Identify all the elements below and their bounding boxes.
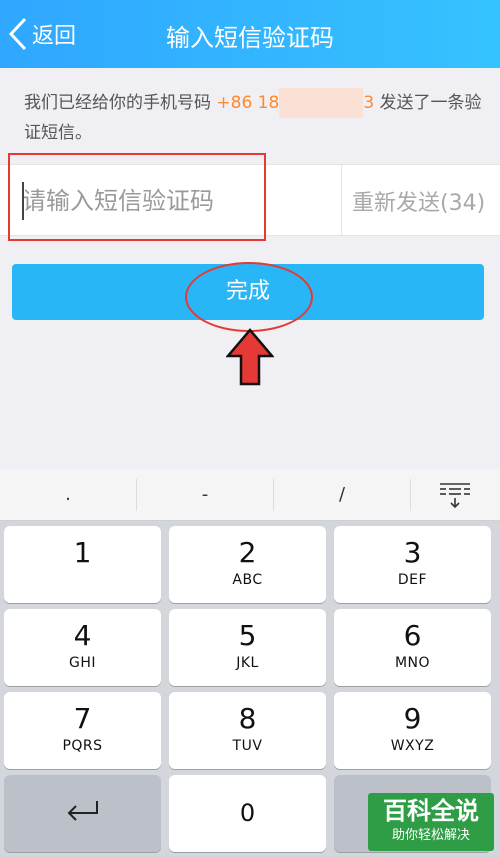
text-caret [22, 182, 24, 220]
key-letters: PQRS [62, 738, 103, 754]
key-1[interactable]: 1 [4, 526, 161, 603]
key-letters: WXYZ [390, 738, 435, 754]
key-digit: 4 [73, 619, 92, 652]
sms-info-text: 我们已经给你的手机号码 +86 18 3 发送了一条验证短信。 [24, 88, 486, 148]
suggestion-slash[interactable]: / [274, 469, 410, 521]
suggestion-dot[interactable]: . [0, 469, 136, 521]
key-letters: GHI [68, 655, 96, 671]
key-letters: TUV [232, 738, 263, 754]
key-3[interactable]: 3 DEF [334, 526, 491, 603]
phone-redaction [279, 88, 364, 118]
done-button[interactable]: 完成 [12, 264, 484, 320]
key-digit: 3 [403, 536, 422, 569]
key-digit: 6 [403, 619, 422, 652]
keyboard-hide-icon [440, 483, 470, 509]
key-5[interactable]: 5 JKL [169, 609, 326, 686]
keyboard-hide-button[interactable] [410, 469, 500, 521]
divider [341, 165, 342, 235]
phone-number-end: 3 [363, 93, 375, 113]
key-8[interactable]: 8 TUV [169, 692, 326, 769]
key-2[interactable]: 2 ABC [169, 526, 326, 603]
key-letters: MNO [394, 655, 431, 671]
up-arrow-icon [226, 328, 274, 386]
watermark-title: 百科全说 [383, 797, 479, 825]
key-6[interactable]: 6 MNO [334, 609, 491, 686]
key-digit: 7 [73, 702, 92, 735]
key-digit: 0 [239, 799, 256, 827]
enter-key[interactable] [4, 775, 161, 852]
suggestion-dash[interactable]: - [137, 469, 273, 521]
key-digit: 9 [403, 702, 422, 735]
key-4[interactable]: 4 GHI [4, 609, 161, 686]
keyboard-suggestion-bar: . - / [0, 469, 500, 521]
watermark-subtitle: 助你轻松解决 [391, 828, 470, 843]
page-title: 输入短信验证码 [166, 24, 334, 52]
sms-code-input[interactable] [22, 179, 332, 223]
key-letters: DEF [397, 572, 428, 588]
key-digit: 2 [238, 536, 257, 569]
key-9[interactable]: 9 WXYZ [334, 692, 491, 769]
key-letters: ABC [232, 572, 263, 588]
code-input-row: 重新发送(34) [0, 164, 500, 236]
watermark-logo: 百科全说 助你轻松解决 [368, 793, 494, 851]
info-prefix: 我们已经给你的手机号码 [24, 93, 217, 113]
key-7[interactable]: 7 PQRS [4, 692, 161, 769]
phone-number-start: +86 18 [216, 93, 280, 113]
key-digit: 8 [238, 702, 257, 735]
resend-button[interactable]: 重新发送(34) [352, 185, 485, 217]
key-digit: 1 [73, 536, 92, 569]
enter-icon [67, 801, 98, 821]
key-digit: 5 [238, 619, 257, 652]
key-0[interactable]: 0 [169, 775, 326, 852]
key-letters: JKL [236, 655, 259, 671]
nav-bar: 返回 输入短信验证码 [0, 0, 500, 68]
